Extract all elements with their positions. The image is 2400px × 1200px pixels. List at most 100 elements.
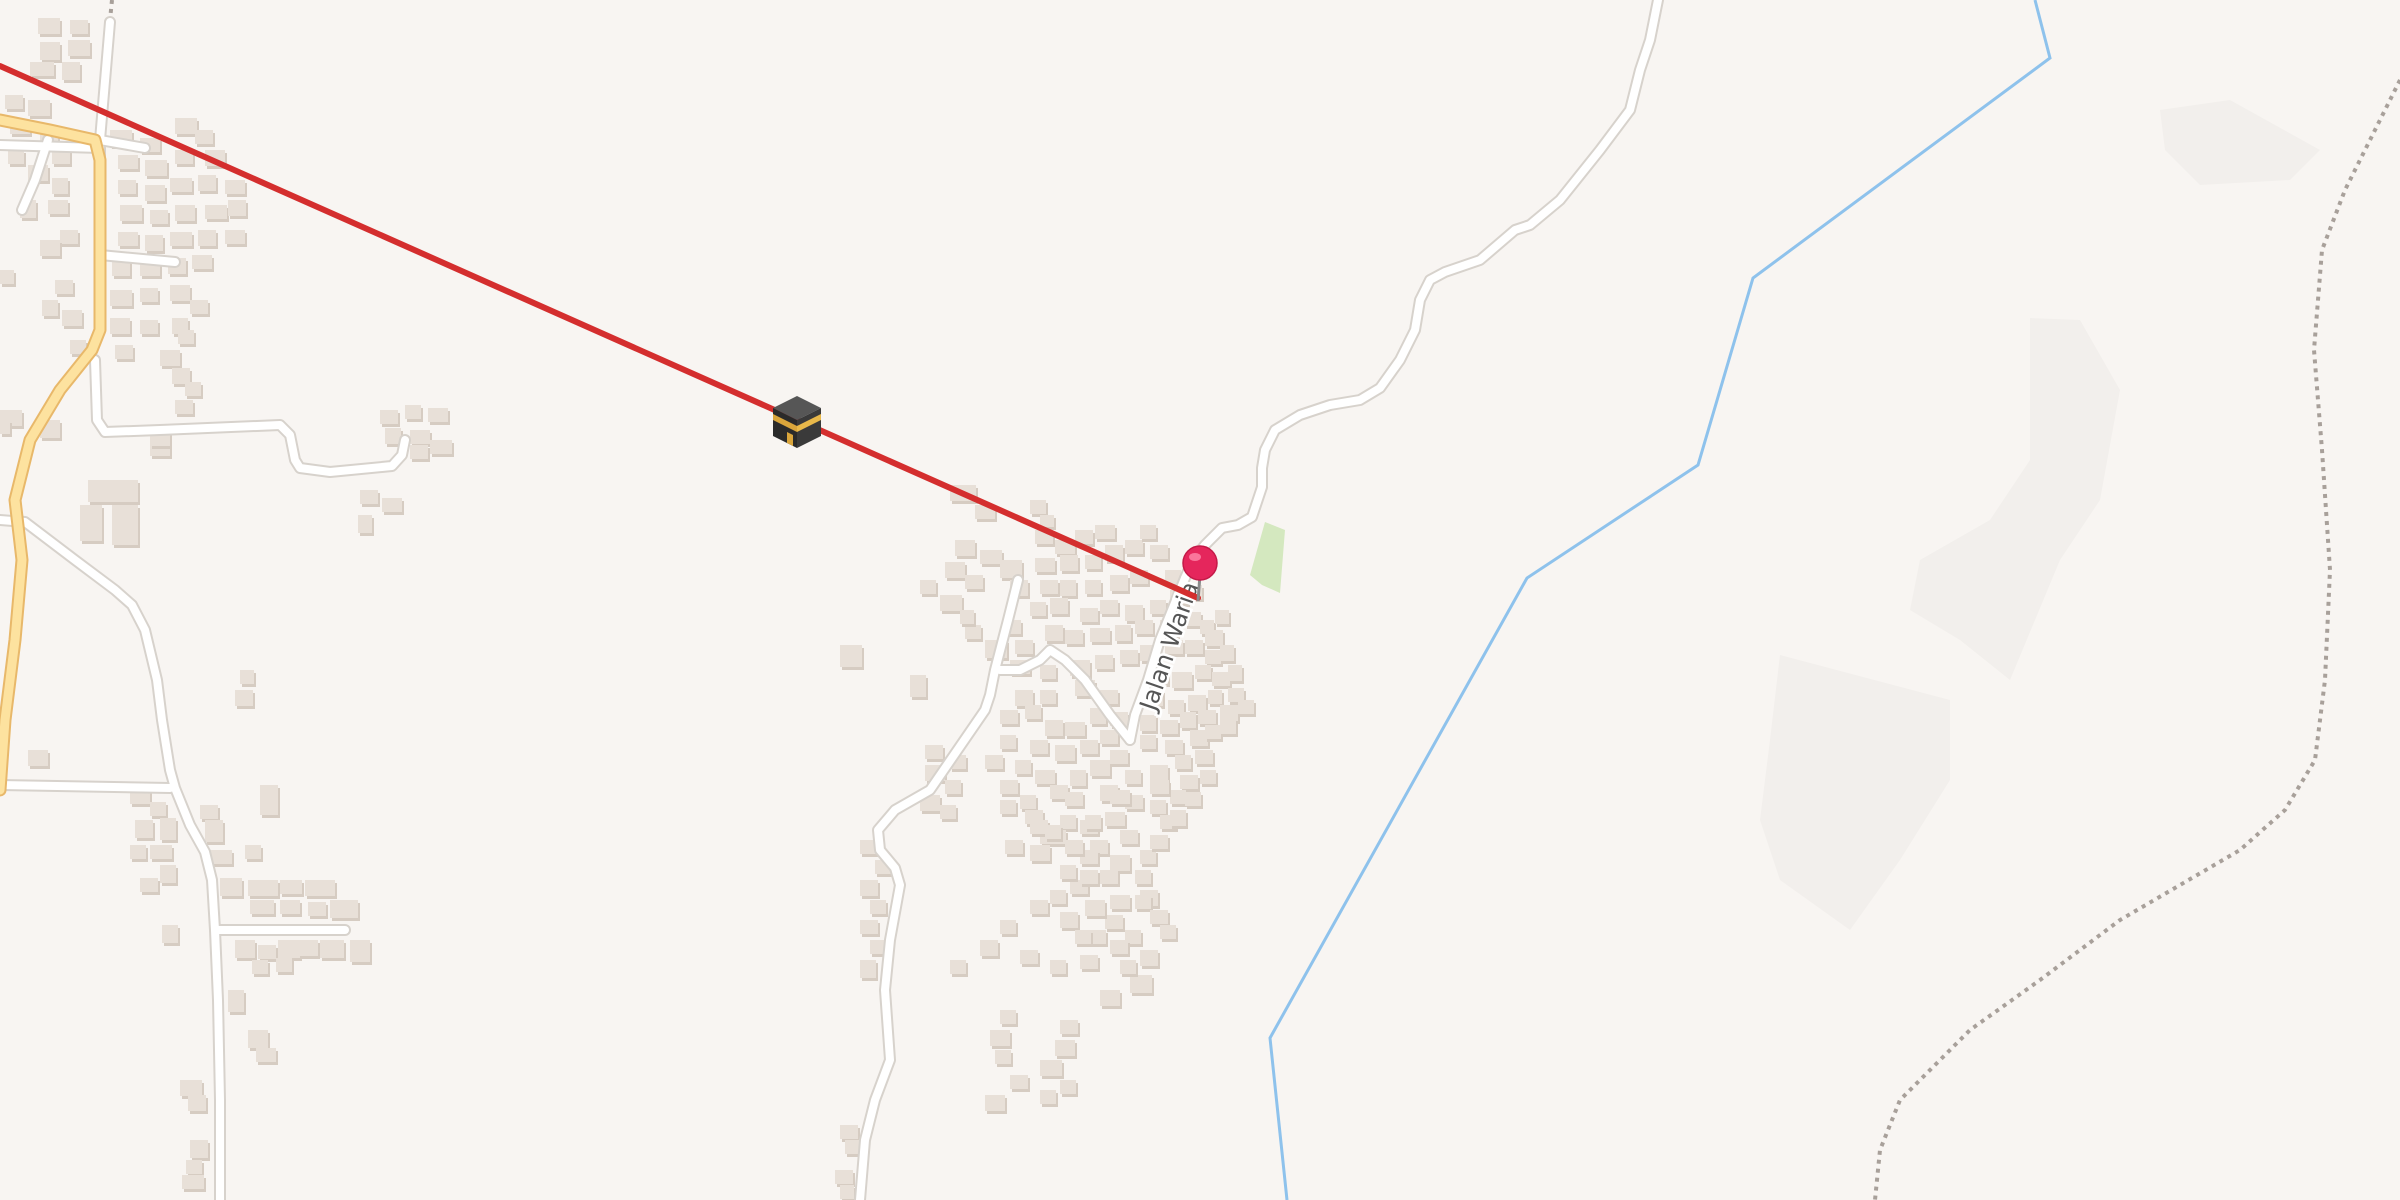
building: [1090, 760, 1110, 776]
building: [1140, 525, 1156, 539]
building: [1040, 1090, 1056, 1104]
park-area: [1250, 522, 1285, 593]
building: [1040, 665, 1056, 679]
building: [1000, 780, 1018, 794]
building: [1105, 915, 1123, 929]
building: [1212, 672, 1230, 686]
building: [1035, 770, 1055, 784]
building: [382, 498, 402, 512]
map-canvas[interactable]: Jalan Waria: [0, 0, 2400, 1200]
building: [380, 410, 398, 424]
building: [1150, 765, 1168, 781]
major-road[interactable]: [0, 113, 107, 797]
building: [840, 1125, 858, 1139]
building: [1220, 720, 1236, 734]
building: [135, 820, 153, 838]
building: [1035, 558, 1055, 572]
building: [200, 805, 218, 819]
building: [925, 745, 943, 759]
kaaba-icon[interactable]: [773, 396, 821, 448]
building: [1165, 740, 1183, 754]
building: [955, 540, 975, 556]
building: [258, 945, 276, 959]
building: [52, 178, 68, 194]
building: [1115, 625, 1131, 641]
building: [1125, 770, 1141, 784]
building: [205, 820, 223, 842]
building: [110, 290, 132, 306]
minor-roads[interactable]: [0, 0, 1664, 1200]
building: [1015, 760, 1031, 774]
building: [1150, 545, 1168, 559]
building: [228, 200, 246, 216]
building: [160, 818, 176, 840]
building: [5, 95, 23, 109]
building: [965, 575, 983, 589]
building: [175, 205, 195, 221]
building: [1080, 740, 1098, 754]
building: [1205, 630, 1223, 646]
building: [945, 780, 961, 794]
building: [410, 445, 428, 459]
building: [358, 515, 372, 533]
building: [1045, 625, 1063, 641]
building: [28, 100, 50, 116]
building: [248, 1030, 268, 1048]
building: [185, 382, 201, 396]
building: [1055, 1040, 1075, 1056]
building: [235, 690, 253, 706]
building: [256, 1048, 276, 1062]
building: [1110, 790, 1130, 804]
building: [112, 505, 138, 545]
building: [1110, 940, 1128, 954]
building: [1135, 620, 1153, 634]
building: [175, 400, 193, 414]
building: [300, 940, 318, 956]
building: [192, 255, 212, 269]
building: [195, 130, 213, 144]
building: [940, 595, 962, 611]
building: [115, 345, 133, 359]
building: [1095, 655, 1113, 669]
map-svg[interactable]: Jalan Waria: [0, 0, 2400, 1200]
building: [248, 880, 278, 896]
building: [428, 408, 448, 422]
building: [1135, 870, 1151, 884]
building: [38, 18, 60, 34]
building: [252, 960, 268, 974]
building: [1140, 850, 1156, 864]
building: [1105, 812, 1125, 826]
building: [1110, 750, 1128, 764]
building: [1175, 755, 1191, 769]
building: [1030, 900, 1048, 914]
building: [170, 178, 192, 192]
building: [1100, 990, 1120, 1006]
building: [1070, 770, 1086, 786]
building: [1195, 750, 1213, 764]
building: [118, 155, 138, 169]
building: [160, 865, 176, 883]
building: [1000, 735, 1016, 749]
building: [1100, 730, 1118, 744]
building: [1060, 580, 1076, 596]
building: [980, 550, 1002, 564]
dotted-track: [1873, 79, 2400, 1200]
building: [950, 960, 966, 974]
building: [40, 240, 60, 256]
building: [1185, 640, 1203, 654]
building: [1150, 600, 1166, 614]
building: [1110, 575, 1128, 591]
building: [1015, 640, 1033, 654]
building: [1220, 705, 1238, 721]
building: [1080, 870, 1098, 884]
building: [118, 180, 136, 194]
building: [1130, 975, 1152, 993]
building: [160, 350, 180, 366]
building: [1120, 830, 1138, 844]
building: [1065, 722, 1085, 736]
building: [1000, 800, 1016, 814]
building: [1170, 790, 1186, 804]
building: [1085, 815, 1101, 829]
building: [1150, 835, 1168, 849]
building: [280, 900, 300, 914]
